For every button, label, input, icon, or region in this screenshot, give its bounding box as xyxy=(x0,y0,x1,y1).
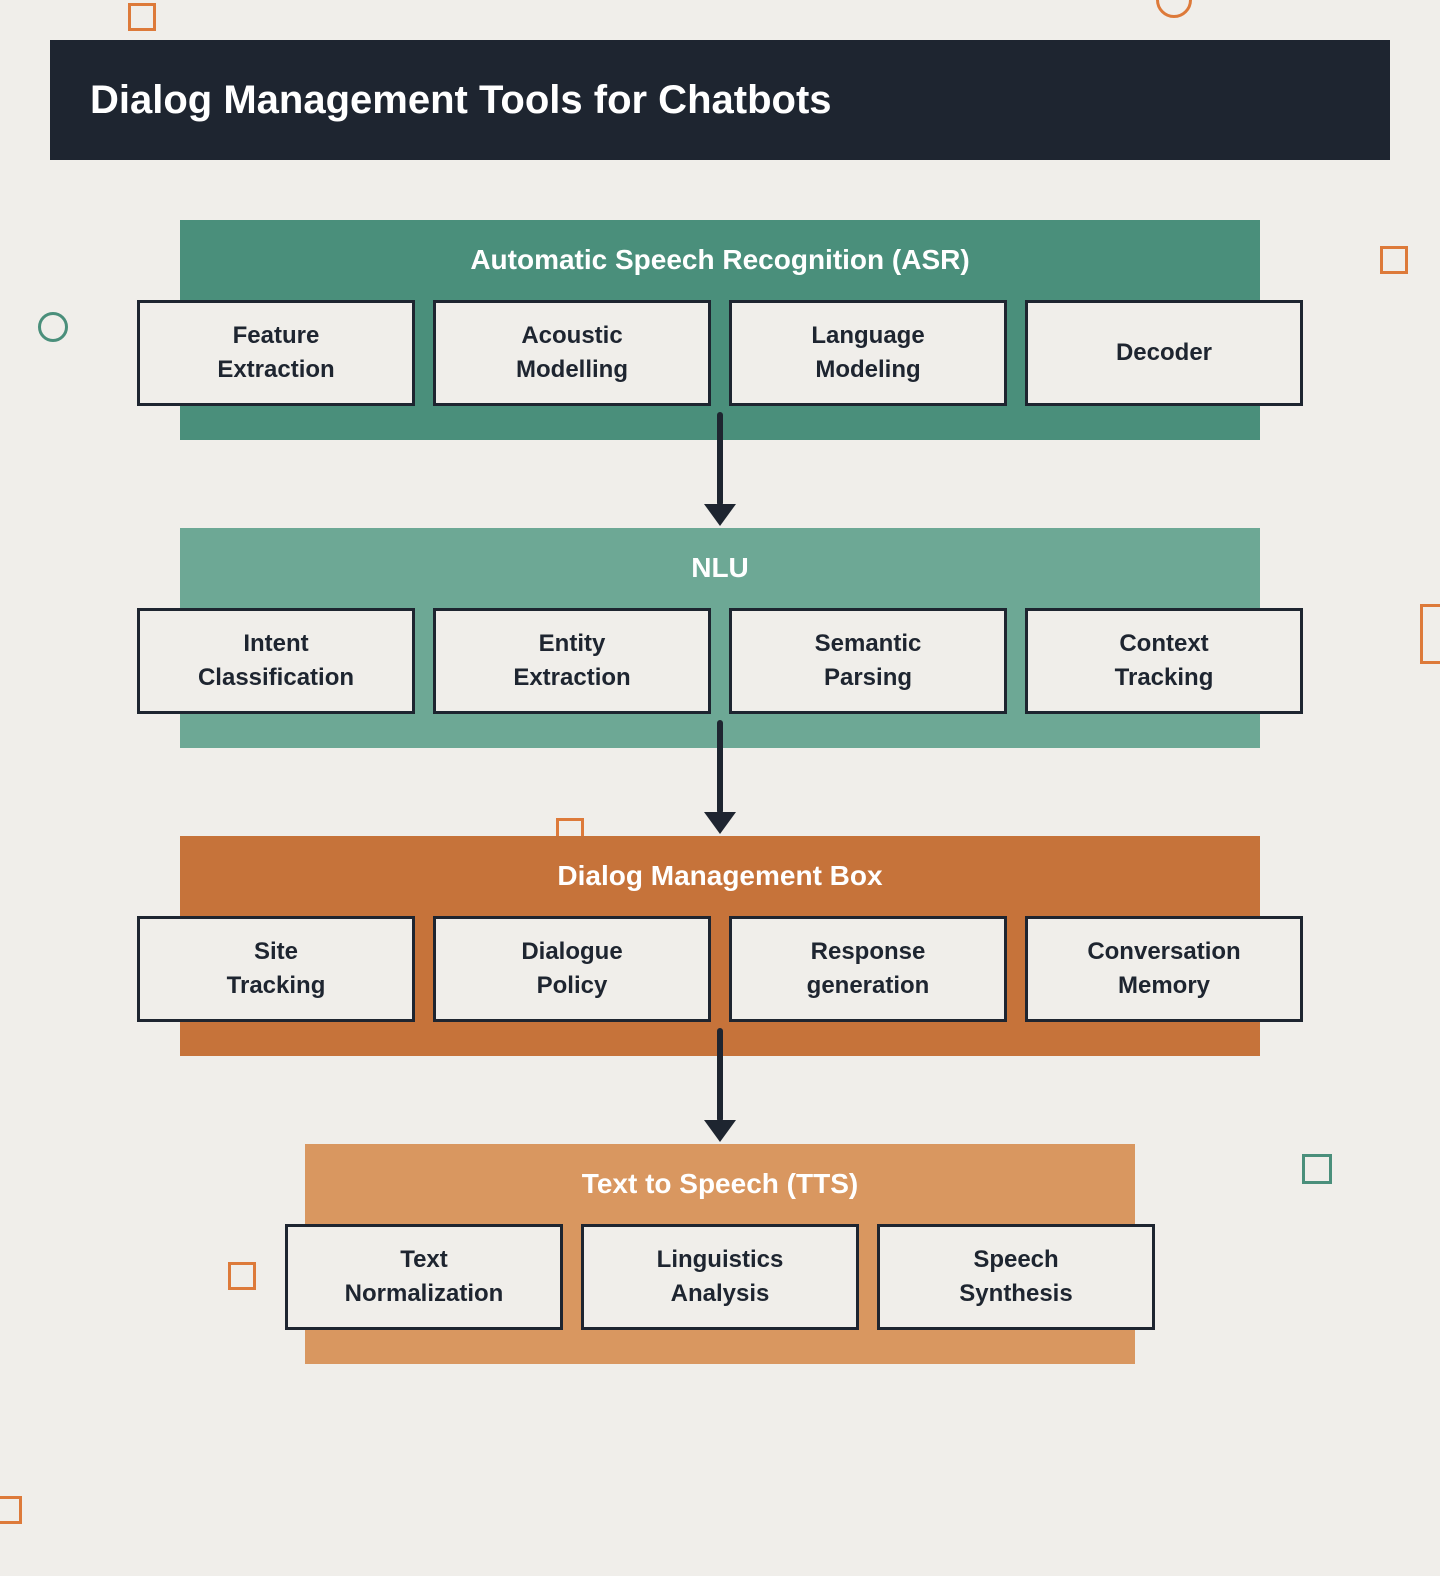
page-title: Dialog Management Tools for Chatbots xyxy=(90,78,832,123)
decorative-square-icon xyxy=(0,1496,22,1524)
section-dialog-management: Dialog Management Box SiteTracking Dialo… xyxy=(180,836,1260,1056)
boxes-row: FeatureExtraction AcousticModelling Lang… xyxy=(137,300,1303,406)
section-title: Automatic Speech Recognition (ASR) xyxy=(470,244,969,276)
box-feature-extraction: FeatureExtraction xyxy=(137,300,415,406)
decorative-circle-icon xyxy=(38,312,68,342)
section-asr: Automatic Speech Recognition (ASR) Featu… xyxy=(180,220,1260,440)
boxes-row: SiteTracking DialoguePolicy Responsegene… xyxy=(137,916,1303,1022)
decorative-square-icon xyxy=(1420,604,1440,664)
box-context-tracking: ContextTracking xyxy=(1025,608,1303,714)
arrow-down-icon xyxy=(704,412,736,526)
boxes-row: TextNormalization LinguisticsAnalysis Sp… xyxy=(285,1224,1155,1330)
decorative-circle-icon xyxy=(1156,0,1192,18)
box-language-modeling: LanguageModeling xyxy=(729,300,1007,406)
section-band: NLU IntentClassification EntityExtractio… xyxy=(180,528,1260,748)
section-title: Dialog Management Box xyxy=(557,860,882,892)
box-site-tracking: SiteTracking xyxy=(137,916,415,1022)
section-tts: Text to Speech (TTS) TextNormalization L… xyxy=(305,1144,1135,1364)
box-linguistics-analysis: LinguisticsAnalysis xyxy=(581,1224,859,1330)
box-speech-synthesis: SpeechSynthesis xyxy=(877,1224,1155,1330)
section-band: Dialog Management Box SiteTracking Dialo… xyxy=(180,836,1260,1056)
box-conversation-memory: ConversationMemory xyxy=(1025,916,1303,1022)
page-header: Dialog Management Tools for Chatbots xyxy=(50,40,1390,160)
arrow-down-icon xyxy=(704,720,736,834)
decorative-square-icon xyxy=(1302,1154,1332,1184)
section-band: Text to Speech (TTS) TextNormalization L… xyxy=(305,1144,1135,1364)
box-entity-extraction: EntityExtraction xyxy=(433,608,711,714)
box-response-generation: Responsegeneration xyxy=(729,916,1007,1022)
section-title: NLU xyxy=(691,552,749,584)
arrow-down-icon xyxy=(704,1028,736,1142)
decorative-square-icon xyxy=(128,3,156,31)
box-dialogue-policy: DialoguePolicy xyxy=(433,916,711,1022)
section-title: Text to Speech (TTS) xyxy=(582,1168,858,1200)
section-band: Automatic Speech Recognition (ASR) Featu… xyxy=(180,220,1260,440)
box-decoder: Decoder xyxy=(1025,300,1303,406)
decorative-square-icon xyxy=(1380,246,1408,274)
decorative-square-icon xyxy=(228,1262,256,1290)
box-intent-classification: IntentClassification xyxy=(137,608,415,714)
boxes-row: IntentClassification EntityExtraction Se… xyxy=(137,608,1303,714)
box-semantic-parsing: SemanticParsing xyxy=(729,608,1007,714)
box-text-normalization: TextNormalization xyxy=(285,1224,563,1330)
box-acoustic-modelling: AcousticModelling xyxy=(433,300,711,406)
section-nlu: NLU IntentClassification EntityExtractio… xyxy=(180,528,1260,748)
